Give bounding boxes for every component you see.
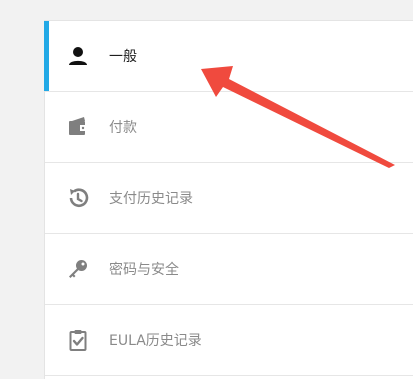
sidebar-item-payment-history[interactable]: 支付历史记录 bbox=[45, 163, 413, 234]
wallet-icon bbox=[65, 114, 91, 140]
settings-sidebar: 一般 付款 支付历史记录 密码与安全 EULA历史记录 bbox=[44, 20, 413, 379]
history-icon bbox=[65, 185, 91, 211]
sidebar-item-general[interactable]: 一般 bbox=[44, 21, 413, 92]
key-icon bbox=[65, 256, 91, 282]
sidebar-item-label: 付款 bbox=[109, 120, 137, 136]
sidebar-item-payment[interactable]: 付款 bbox=[45, 92, 413, 163]
sidebar-item-password-security[interactable]: 密码与安全 bbox=[45, 234, 413, 305]
sidebar-item-label: 密码与安全 bbox=[109, 262, 179, 278]
sidebar-item-label: 一般 bbox=[109, 49, 137, 65]
user-icon bbox=[65, 43, 91, 69]
sidebar-item-eula-history[interactable]: EULA历史记录 bbox=[45, 305, 413, 376]
sidebar-item-label: EULA历史记录 bbox=[109, 333, 202, 349]
sidebar-item-label: 支付历史记录 bbox=[109, 191, 193, 207]
clipboard-check-icon bbox=[65, 327, 91, 353]
